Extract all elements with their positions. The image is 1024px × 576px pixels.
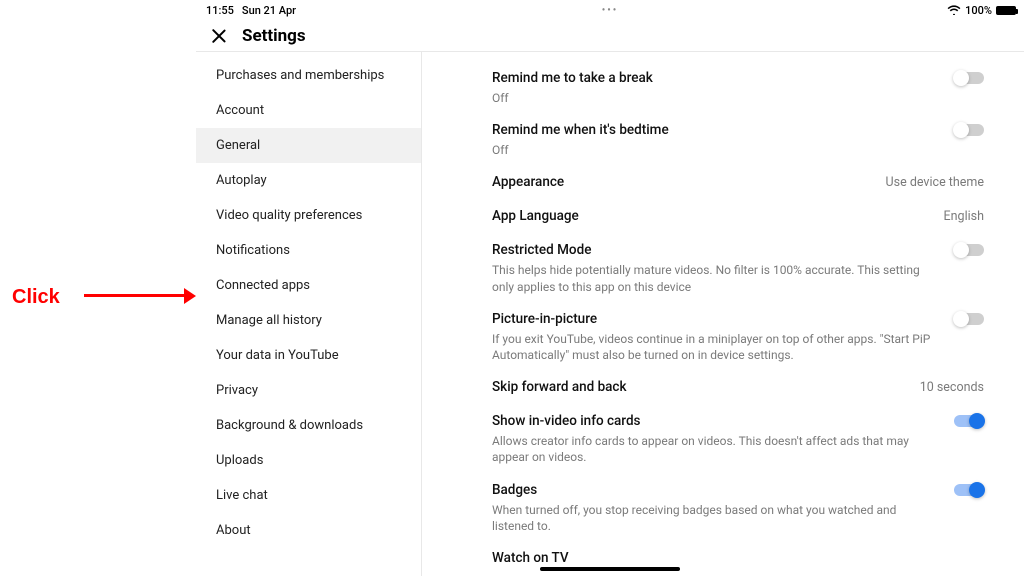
setting-title: Skip forward and back [492, 379, 627, 395]
setting-subtext: When turned off, you stop receiving badg… [492, 502, 932, 534]
annotation-arrow [84, 294, 196, 298]
setting-subtext: Allows creator info cards to appear on v… [492, 433, 932, 465]
sidebar-item-autoplay[interactable]: Autoplay [196, 163, 421, 198]
close-icon[interactable] [210, 27, 228, 45]
setting-title: Show in-video info cards [492, 413, 641, 429]
setting-badges[interactable]: Badges When turned off, you stop receivi… [492, 472, 984, 540]
toggle-info-cards[interactable] [954, 415, 984, 427]
sidebar-item-general[interactable]: General [196, 128, 421, 163]
setting-pip[interactable]: Picture-in-picture If you exit YouTube, … [492, 301, 984, 369]
setting-appearance[interactable]: Appearance Use device theme [492, 164, 984, 198]
sidebar-item-about[interactable]: About [196, 513, 421, 548]
setting-remind-break[interactable]: Remind me to take a break Off [492, 60, 984, 112]
setting-language[interactable]: App Language English [492, 198, 984, 232]
toggle-remind-break[interactable] [954, 72, 984, 84]
setting-value: Use device theme [886, 175, 984, 190]
setting-title: Badges [492, 482, 537, 498]
setting-subtext: Off [492, 142, 932, 158]
setting-title: App Language [492, 208, 579, 224]
status-bar: 11:55 Sun 21 Apr ••• 100% [196, 0, 1024, 20]
settings-content: Remind me to take a break Off Remind me … [422, 52, 1024, 576]
setting-subtext: Off [492, 90, 932, 106]
sidebar-item-video-quality[interactable]: Video quality preferences [196, 198, 421, 233]
status-time: 11:55 [206, 4, 234, 17]
setting-title: Restricted Mode [492, 242, 591, 258]
toggle-pip[interactable] [954, 313, 984, 325]
setting-restricted-mode[interactable]: Restricted Mode This helps hide potentia… [492, 232, 984, 300]
setting-subtext: This helps hide potentially mature video… [492, 262, 932, 294]
status-multitask-dots[interactable]: ••• [602, 5, 619, 16]
status-date: Sun 21 Apr [242, 4, 296, 17]
setting-title: Remind me to take a break [492, 70, 653, 86]
battery-icon [996, 6, 1016, 15]
sidebar-item-manage-history[interactable]: Manage all history [196, 303, 421, 338]
setting-subtext: If you exit YouTube, videos continue in … [492, 331, 932, 363]
toggle-badges[interactable] [954, 484, 984, 496]
sidebar-item-uploads[interactable]: Uploads [196, 443, 421, 478]
sidebar-item-privacy[interactable]: Privacy [196, 373, 421, 408]
battery-percent: 100% [965, 4, 992, 17]
sidebar-item-account[interactable]: Account [196, 93, 421, 128]
sidebar-item-notifications[interactable]: Notifications [196, 233, 421, 268]
sidebar-item-background-downloads[interactable]: Background & downloads [196, 408, 421, 443]
sidebar-item-connected-apps[interactable]: Connected apps [196, 268, 421, 303]
toggle-restricted-mode[interactable] [954, 244, 984, 256]
sidebar-item-your-data[interactable]: Your data in YouTube [196, 338, 421, 373]
sidebar-item-live-chat[interactable]: Live chat [196, 478, 421, 513]
page-title: Settings [242, 26, 306, 46]
settings-header: Settings [196, 20, 1024, 52]
setting-title: Remind me when it's bedtime [492, 122, 669, 138]
setting-title: Watch on TV [492, 550, 569, 566]
setting-value: English [944, 209, 984, 224]
setting-title: Appearance [492, 174, 564, 190]
toggle-remind-bedtime[interactable] [954, 124, 984, 136]
home-indicator[interactable] [540, 567, 680, 571]
sidebar-item-purchases[interactable]: Purchases and memberships [196, 58, 421, 93]
settings-sidebar: Purchases and memberships Account Genera… [196, 52, 422, 576]
wifi-icon [947, 5, 961, 15]
setting-skip[interactable]: Skip forward and back 10 seconds [492, 369, 984, 403]
setting-title: Picture-in-picture [492, 311, 597, 327]
setting-remind-bedtime[interactable]: Remind me when it's bedtime Off [492, 112, 984, 164]
setting-info-cards[interactable]: Show in-video info cards Allows creator … [492, 403, 984, 471]
setting-value: 10 seconds [920, 380, 984, 395]
annotation-click-label: Click [12, 286, 60, 309]
